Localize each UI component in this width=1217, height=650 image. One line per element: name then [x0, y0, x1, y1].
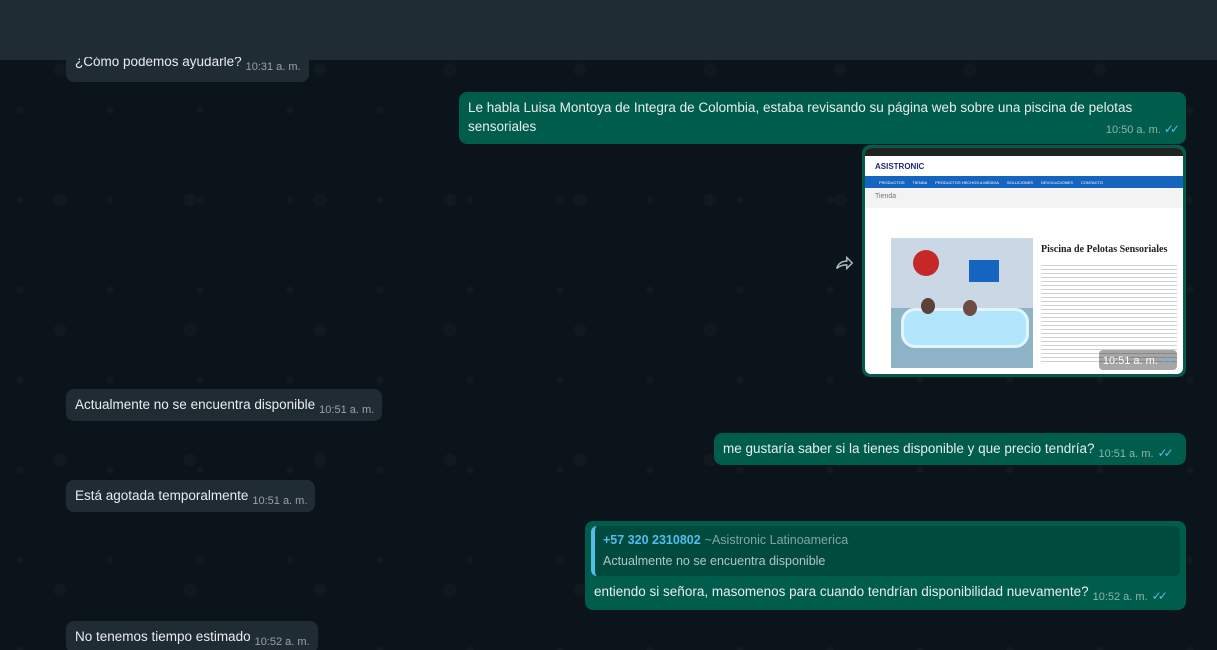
call-button[interactable]: Llamar ▼ [961, 13, 1081, 47]
asistronic-logo-icon [22, 15, 56, 43]
message-time: 10:51 a. m. [1098, 448, 1154, 460]
quote-text: Actualmente no se encuentra disponible [603, 554, 826, 568]
message-incoming[interactable]: ¿Cómo podemos ayudarle? 10:31 a. m. [66, 46, 309, 82]
message-incoming[interactable]: Está agotada temporalmente 10:51 a. m. [66, 480, 316, 512]
message-text: entiendo si señora, masomenos para cuand… [594, 584, 1089, 599]
message-time: 10:50 a. m. [1105, 124, 1161, 136]
quote-author: +57 320 2310802 ~Asistronic Latinoamerica [603, 533, 849, 547]
avatar[interactable] [19, 9, 59, 49]
menu-dots-icon[interactable] [1201, 18, 1213, 42]
product-photo [891, 238, 1033, 368]
message-time: 10:31 a. m. [245, 61, 301, 73]
message-time: 10:52 a. m. [1092, 591, 1148, 603]
message-outgoing-reply[interactable]: +57 320 2310802 ~Asistronic Latinoamerica… [585, 521, 1186, 610]
read-receipt-icon: ✓✓ [1157, 446, 1174, 460]
screenshot-brand: ASISTRONIC [875, 161, 925, 171]
message-time: 10:51 a. m. [319, 404, 375, 416]
message-time: 10:51 a. m. [1102, 355, 1158, 367]
chevron-down-icon: ▼ [1067, 24, 1078, 36]
message-incoming[interactable]: No tenemos tiempo estimado 10:52 a. m. [66, 621, 318, 650]
contact-name[interactable]: +57 320 2310802 [75, 9, 200, 27]
message-outgoing[interactable]: me gustaría saber si la tienes disponibl… [714, 433, 1186, 465]
message-text: me gustaría saber si la tienes disponibl… [723, 441, 1095, 456]
screenshot-description [1041, 262, 1177, 362]
read-receipt-icon: ✓✓ [1163, 122, 1180, 136]
message-text: Le habla Luisa Montoya de Integra de Col… [468, 100, 1133, 134]
message-time: 10:51 a. m. [252, 495, 308, 507]
contact-status: en línea [75, 32, 122, 47]
read-receipt-icon: ✓✓ [1160, 353, 1177, 367]
video-camera-icon [978, 23, 997, 37]
message-outgoing[interactable]: Le habla Luisa Montoya de Integra de Col… [459, 92, 1186, 144]
screenshot-product-title: Piscina de Pelotas Sensoriales [1041, 244, 1168, 255]
message-text: No tenemos tiempo estimado [75, 629, 251, 644]
read-receipt-icon: ✓✓ [1151, 589, 1168, 603]
message-text: ¿Cómo podemos ayudarle? [75, 54, 242, 69]
message-incoming[interactable]: Actualmente no se encuentra disponible 10… [66, 389, 383, 421]
message-text: Está agotada temporalmente [75, 488, 249, 503]
screenshot-breadcrumb: Tienda [865, 188, 1183, 208]
website-screenshot-image[interactable]: ASISTRONIC PRODUCTOS TIENDA PRODUCTOS HE… [865, 148, 1183, 374]
message-time: 10:52 a. m. [254, 636, 310, 648]
call-button-label: Llamar [1006, 22, 1052, 38]
store-icon[interactable] [1114, 18, 1138, 42]
screenshot-nav: PRODUCTOS TIENDA PRODUCTOS HECHOS A MEDI… [865, 176, 1183, 188]
message-image[interactable]: ASISTRONIC PRODUCTOS TIENDA PRODUCTOS HE… [862, 145, 1186, 377]
quoted-message[interactable]: +57 320 2310802 ~Asistronic Latinoamerica… [591, 526, 1180, 576]
message-text: Actualmente no se encuentra disponible [75, 397, 316, 412]
forward-icon[interactable] [833, 252, 855, 274]
search-icon[interactable] [1157, 18, 1181, 42]
